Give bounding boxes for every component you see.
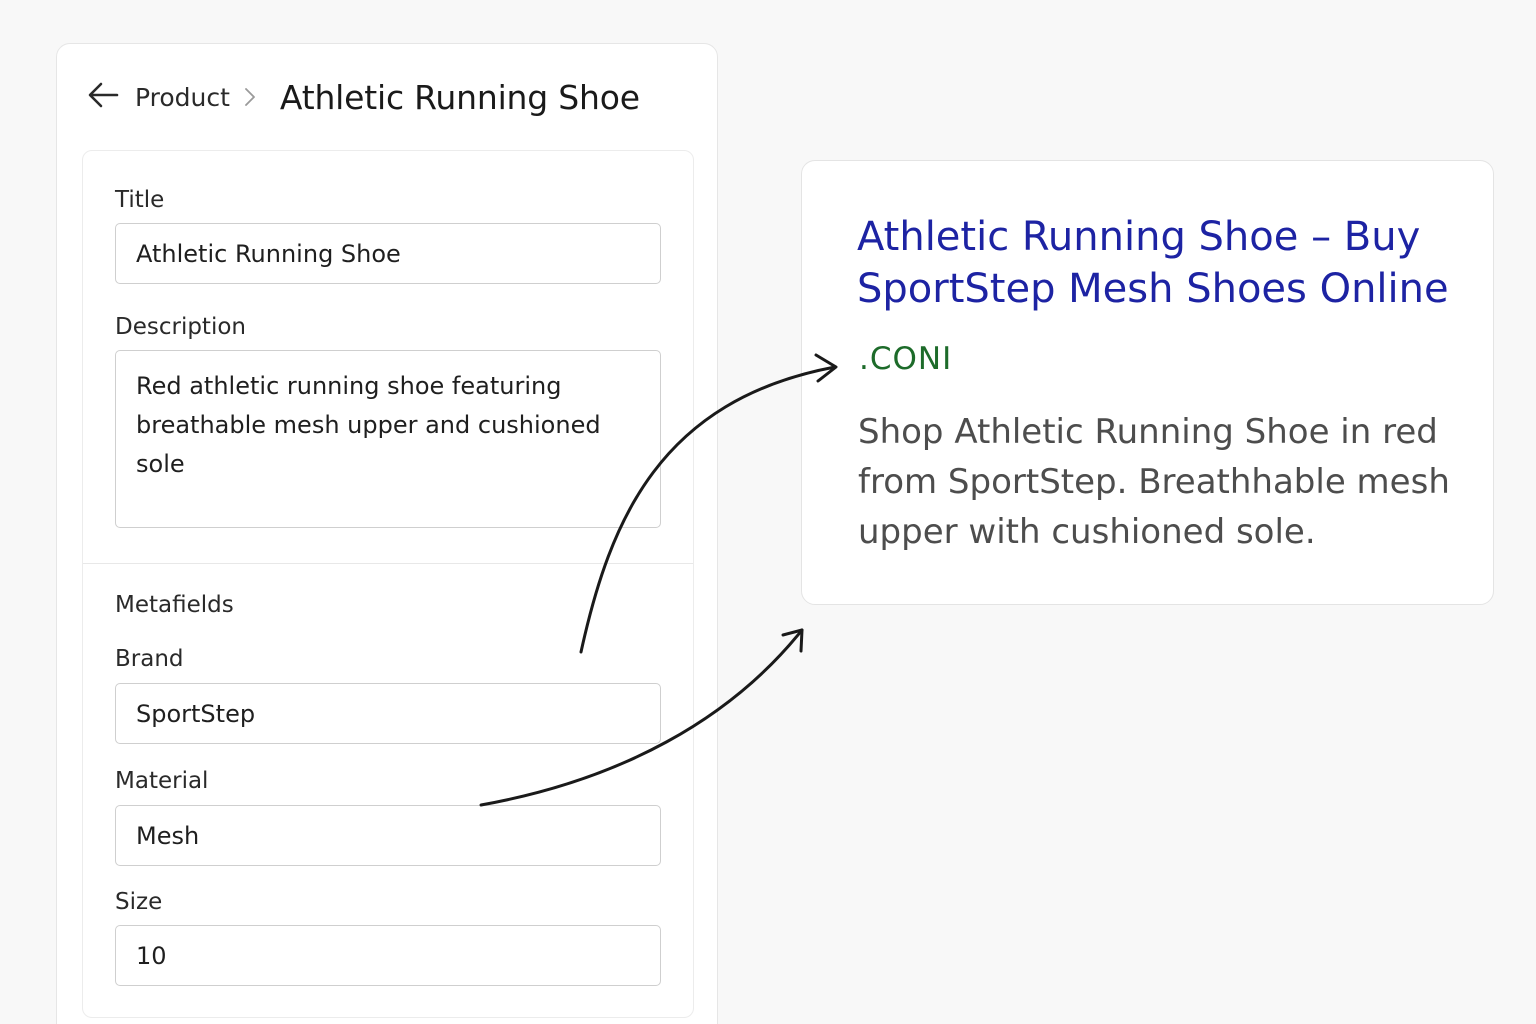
section-divider bbox=[83, 563, 693, 564]
page-title: Athletic Running Shoe bbox=[279, 77, 640, 117]
size-input[interactable]: 10 bbox=[115, 925, 661, 986]
search-result-title-link[interactable]: Athletic Running Shoe – Buy SportStep Me… bbox=[857, 211, 1467, 315]
material-label: Material bbox=[115, 768, 209, 794]
metafields-heading: Metafields bbox=[115, 592, 234, 618]
arrow-left-icon bbox=[87, 81, 119, 113]
product-editor-panel: Product Athletic Running Shoe Title Athl… bbox=[56, 43, 718, 1024]
breadcrumb-product-link[interactable]: Product bbox=[135, 83, 230, 112]
title-label: Title bbox=[115, 187, 165, 213]
description-label: Description bbox=[115, 314, 246, 340]
chevron-right-icon bbox=[244, 87, 264, 107]
search-result-url: .CONI bbox=[859, 341, 953, 377]
description-textarea[interactable]: Red athletic running shoe featuring brea… bbox=[115, 350, 661, 528]
page: Product Athletic Running Shoe Title Athl… bbox=[0, 0, 1536, 1024]
brand-input[interactable]: SportStep bbox=[115, 683, 661, 744]
search-preview-card: Athletic Running Shoe – Buy SportStep Me… bbox=[801, 160, 1494, 605]
brand-label: Brand bbox=[115, 646, 184, 672]
product-form-card: Title Athletic Running Shoe Description … bbox=[82, 150, 694, 1018]
page-header: Product Athletic Running Shoe bbox=[85, 74, 640, 120]
size-label: Size bbox=[115, 889, 163, 915]
back-button[interactable] bbox=[85, 79, 121, 115]
search-result-description: Shop Athletic Running Shoe in red from S… bbox=[858, 412, 1450, 552]
material-input[interactable]: Mesh bbox=[115, 805, 661, 866]
title-input[interactable]: Athletic Running Shoe bbox=[115, 223, 661, 284]
